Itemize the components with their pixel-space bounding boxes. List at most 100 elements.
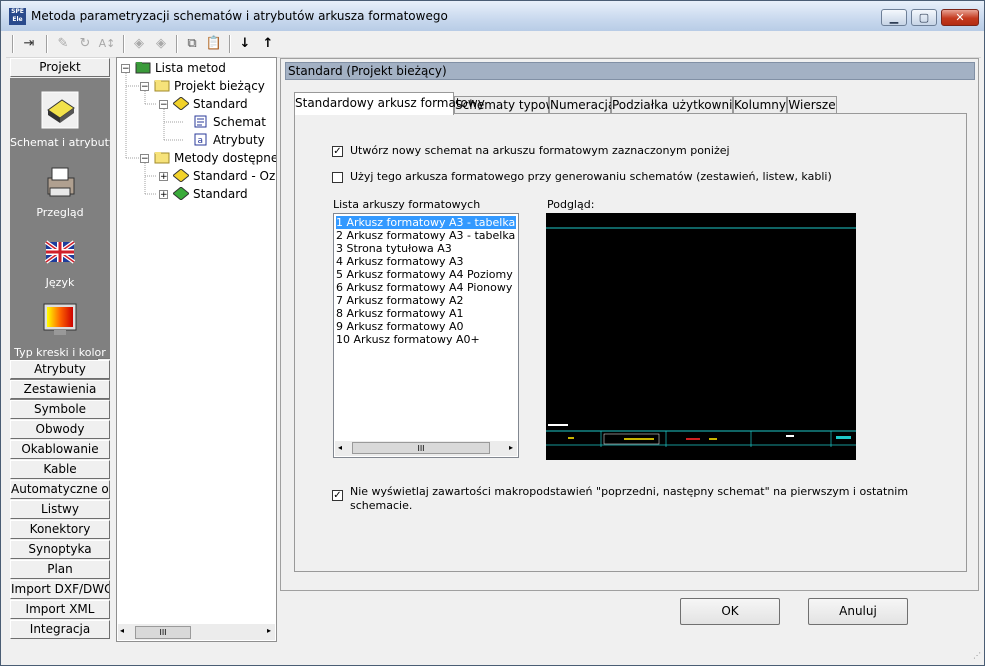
toolbar: ⇥ ✎ ↻ A↕ ◈ ◈ ⧉ 📋 ↓ ↑ (6, 31, 981, 58)
preview-label: Podgląd: (547, 198, 595, 211)
move-down-icon[interactable]: ↓ (236, 35, 254, 53)
list-item[interactable]: 5 Arkusz formatowy A4 Poziomy (336, 268, 516, 281)
toolbar-separator (12, 35, 14, 53)
toolbar-separator (46, 35, 48, 53)
scroll-left-arrow[interactable]: ◂ (338, 443, 342, 452)
tree-node-lista-metod[interactable]: Lista metod (155, 60, 226, 76)
exit-icon[interactable]: ⇥ (20, 35, 38, 53)
scroll-right-arrow[interactable]: ▸ (267, 626, 271, 635)
category-zestawienia[interactable]: Zestawienia (10, 380, 110, 399)
tree-node-projekt-biezacy[interactable]: Projekt bieżący (174, 78, 265, 94)
folder-icon (154, 80, 170, 92)
schemat-icon (194, 115, 207, 128)
minimize-button[interactable]: ▁ (881, 9, 907, 26)
prev-icon[interactable]: ◈ (130, 35, 148, 53)
list-item[interactable]: 6 Arkusz formatowy A4 Pionowy (336, 281, 516, 294)
hide-macro-label-line2: schemacie. (350, 499, 413, 512)
tree-horizontal-scrollbar[interactable]: ◂ III ▸ (118, 624, 275, 640)
pencil-icon[interactable]: ✎ (54, 35, 72, 53)
scroll-right-arrow[interactable]: ▸ (509, 443, 513, 452)
toolbar-separator (176, 35, 178, 53)
collapse-toggle[interactable]: − (159, 100, 168, 110)
category-item-label[interactable]: Język (10, 276, 110, 289)
hide-macro-checkbox[interactable]: ✓ (332, 490, 343, 501)
scroll-left-arrow[interactable]: ◂ (120, 626, 124, 635)
category-listwy[interactable]: Listwy (10, 500, 110, 519)
create-schemat-checkbox[interactable]: ✓ (332, 146, 343, 157)
uk-flag-icon[interactable] (40, 234, 80, 274)
maximize-button[interactable]: ▢ (911, 9, 937, 26)
method-tree: − Lista metod − Projekt bieżący − Standa… (116, 57, 277, 642)
window-title: Metoda parametryzacji schematów i atrybu… (31, 9, 448, 23)
tree-node-schemat[interactable]: Schemat (213, 114, 266, 130)
move-up-icon[interactable]: ↑ (259, 35, 277, 53)
folder-icon (154, 152, 170, 164)
tab-standardowy-arkusz[interactable]: Standardowy arkusz formatowy (294, 92, 485, 115)
next-icon[interactable]: ◈ (152, 35, 170, 53)
list-item[interactable]: 2 Arkusz formatowy A3 - tabelka prawa (336, 229, 516, 242)
printer-icon[interactable] (40, 162, 80, 202)
category-import-xml[interactable]: Import XML (10, 600, 110, 619)
tab-numeracja[interactable]: Numeracja (549, 96, 615, 114)
tab-kolumny[interactable]: Kolumny (733, 96, 787, 114)
tab-podzialka-uzytkownika[interactable]: Podziałka użytkownika (611, 96, 747, 114)
list-item[interactable]: 4 Arkusz formatowy A3 (336, 255, 516, 268)
category-konektory[interactable]: Konektory (10, 520, 110, 539)
toolbar-separator (229, 35, 231, 53)
paste-icon[interactable]: 📋 (205, 35, 223, 53)
category-import-dxf-dwg[interactable]: Import DXF/DWG (10, 580, 110, 599)
list-horizontal-scrollbar[interactable]: ◂ III ▸ (335, 441, 517, 456)
category-obwody[interactable]: Obwody (10, 420, 110, 439)
category-integracja[interactable]: Integracja (10, 620, 110, 639)
category-symbole[interactable]: Symbole (10, 400, 110, 419)
scroll-thumb[interactable]: III (135, 626, 191, 639)
tree-node-standard-available[interactable]: Standard (193, 186, 248, 202)
category-header-projekt[interactable]: Projekt (10, 58, 110, 77)
svg-text:a: a (198, 136, 204, 146)
category-atrybuty[interactable]: Atrybuty (10, 360, 110, 379)
monitor-icon[interactable] (40, 300, 80, 340)
category-item-label[interactable]: Typ kreski i kolor (10, 346, 110, 359)
use-sheet-checkbox[interactable] (332, 172, 343, 183)
category-synoptyka[interactable]: Synoptyka (10, 540, 110, 559)
collapse-toggle[interactable]: − (140, 82, 149, 92)
category-okablowanie[interactable]: Okablowanie (10, 440, 110, 459)
collapse-toggle[interactable]: − (140, 154, 149, 164)
create-schemat-label: Utwórz nowy schemat na arkuszu formatowy… (350, 144, 730, 157)
method-diamond-icon (173, 97, 189, 110)
tab-wiersze[interactable]: Wiersze (787, 96, 837, 114)
list-item[interactable]: 1 Arkusz formatowy A3 - tabelka dolna (336, 216, 516, 229)
atrybuty-icon: a (194, 133, 207, 146)
list-item[interactable]: 10 Arkusz formatowy A0+ (336, 333, 516, 346)
tree-node-metody-dostepne[interactable]: Metody dostępne (174, 150, 276, 166)
ok-button[interactable]: OK (680, 598, 780, 625)
expand-toggle[interactable]: + (159, 190, 168, 200)
folder-list-icon (135, 62, 151, 74)
list-item[interactable]: 9 Arkusz formatowy A0 (336, 320, 516, 333)
list-item[interactable]: 3 Strona tytułowa A3 (336, 242, 516, 255)
list-item[interactable]: 8 Arkusz formatowy A1 (336, 307, 516, 320)
tree-node-atrybuty[interactable]: Atrybuty (213, 132, 265, 148)
close-button[interactable]: ✕ (941, 9, 979, 26)
category-automatyczne-okablowanie[interactable]: Automatyczne okablowanie (10, 480, 110, 499)
category-item-label[interactable]: Przegląd (10, 206, 110, 219)
tree-node-standard[interactable]: Standard (193, 96, 248, 112)
content-area: Standard (Projekt bieżący) Standardowy a… (280, 58, 979, 591)
project-book-icon[interactable] (40, 90, 80, 130)
sheet-listbox[interactable]: 1 Arkusz formatowy A3 - tabelka dolna 2 … (333, 213, 519, 458)
refresh-icon[interactable]: ↻ (76, 35, 94, 53)
tree-node-standard-oznaczenia[interactable]: Standard - Oznaczenia (193, 168, 275, 184)
category-plan[interactable]: Plan (10, 560, 110, 579)
method-diamond-green-icon (173, 187, 189, 200)
category-item-label[interactable]: Schemat i atrybuty (10, 136, 110, 149)
app-icon: SPE Ele (9, 8, 26, 25)
collapse-toggle[interactable]: − (121, 64, 130, 74)
resize-grip-icon[interactable]: ⋰ (969, 650, 981, 662)
scroll-thumb[interactable]: III (352, 442, 490, 454)
category-kable[interactable]: Kable (10, 460, 110, 479)
list-item[interactable]: 7 Arkusz formatowy A2 (336, 294, 516, 307)
cancel-button[interactable]: Anuluj (808, 598, 908, 625)
copy-icon[interactable]: ⧉ (183, 35, 201, 53)
expand-toggle[interactable]: + (159, 172, 168, 182)
rename-icon[interactable]: A↕ (98, 35, 116, 53)
